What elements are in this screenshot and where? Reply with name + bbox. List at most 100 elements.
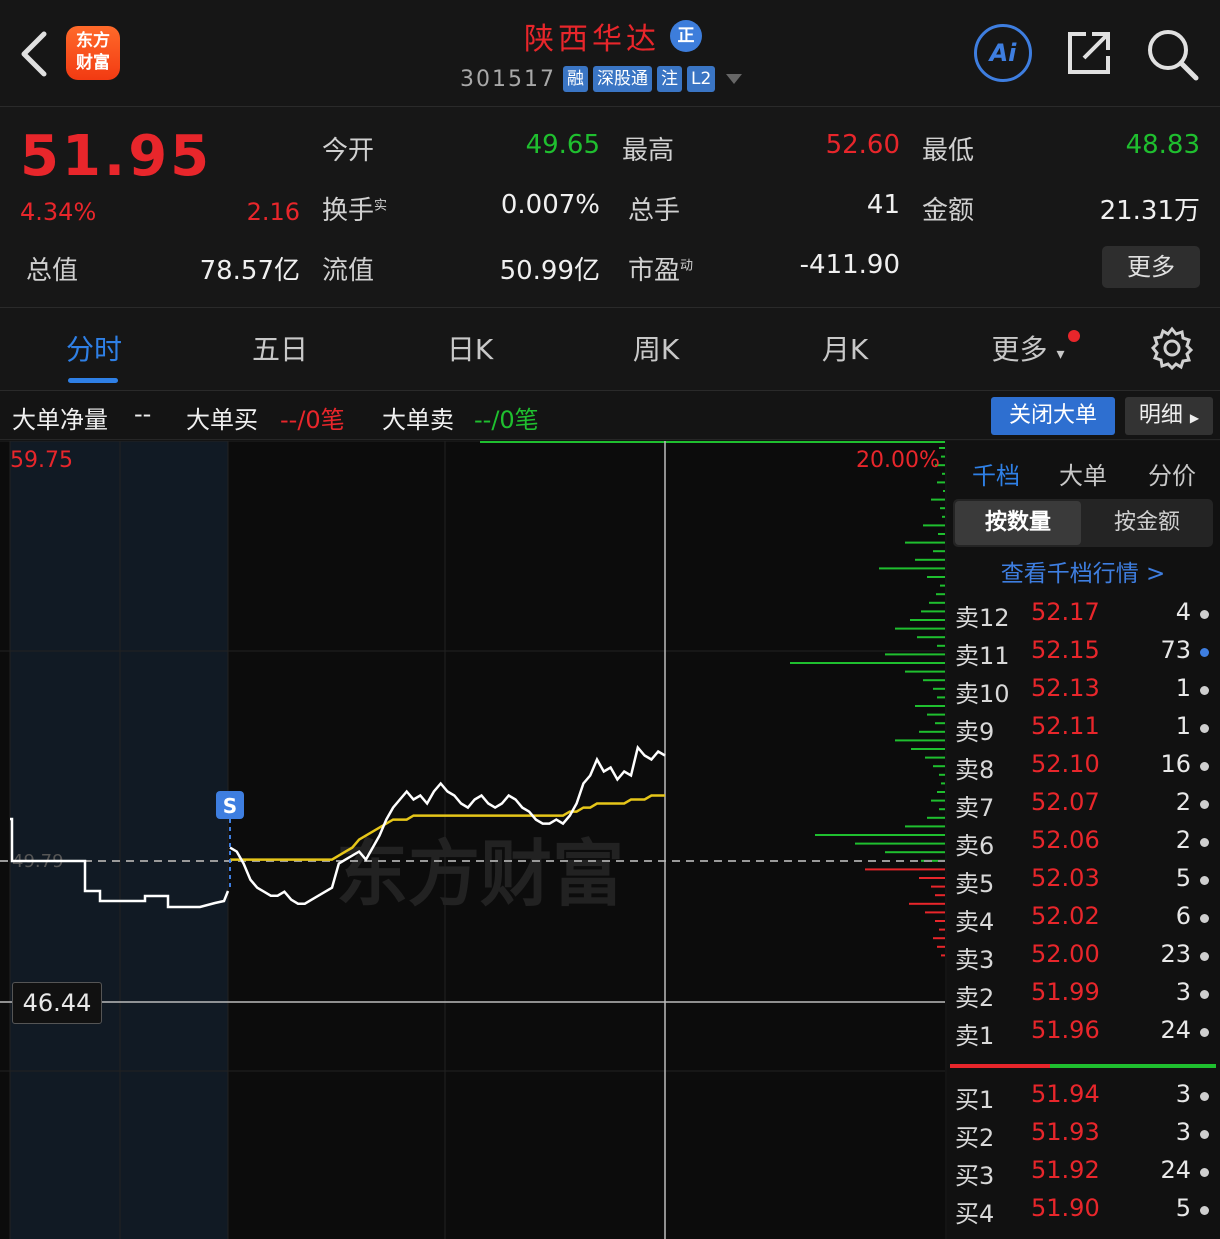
level-qty: 3 bbox=[1175, 1080, 1191, 1108]
dot-icon bbox=[1200, 838, 1209, 847]
tab-five-day[interactable]: 五日 bbox=[220, 328, 340, 368]
close-big-order-button[interactable]: 关闭大单 bbox=[991, 397, 1115, 435]
intraday-chart[interactable]: 东方财富 49.79 S bbox=[0, 441, 945, 1239]
high-label: 最高 bbox=[622, 136, 675, 166]
level-price: 52.03 bbox=[1031, 864, 1100, 892]
ask-row[interactable]: 卖8 52.10 16 bbox=[955, 750, 1213, 788]
chart-high-label: 59.75 bbox=[10, 448, 73, 473]
tab-more-label: 更多 bbox=[991, 333, 1048, 366]
tab-intraday[interactable]: 分时 bbox=[34, 328, 154, 368]
high-value: 52.60 bbox=[825, 130, 900, 160]
ask-row[interactable]: 卖7 52.07 2 bbox=[955, 788, 1213, 826]
volume-profile-bar bbox=[937, 644, 945, 647]
bid-row[interactable]: 买1 51.94 3 bbox=[955, 1080, 1213, 1118]
volume-profile-bar bbox=[933, 687, 945, 690]
tab-weekly-k[interactable]: 周K bbox=[596, 328, 716, 368]
caret-down-icon[interactable] bbox=[726, 74, 743, 84]
signal-s-label: S bbox=[223, 794, 237, 818]
volume-profile-bar bbox=[905, 541, 945, 544]
level-price: 51.96 bbox=[1031, 1016, 1100, 1044]
more-quote-button[interactable]: 更多 bbox=[1102, 246, 1200, 288]
dot-icon bbox=[1200, 1206, 1209, 1215]
level-label: 卖3 bbox=[955, 946, 995, 974]
view-depth-link[interactable]: 查看千档行情 > bbox=[953, 554, 1213, 588]
ask-row[interactable]: 卖11 52.15 73 bbox=[955, 636, 1213, 674]
volume-profile-bar bbox=[855, 842, 945, 845]
ask-row[interactable]: 卖2 51.99 3 bbox=[955, 978, 1213, 1016]
app-logo: 东方 财富 bbox=[66, 26, 120, 80]
volume-profile-bar bbox=[933, 765, 945, 768]
level-price: 52.10 bbox=[1031, 750, 1100, 778]
volume-profile-bar bbox=[915, 705, 945, 707]
level-qty: 24 bbox=[1160, 1016, 1191, 1044]
pe-sup: 动 bbox=[680, 258, 694, 274]
level-qty: 73 bbox=[1160, 636, 1191, 664]
big-order-net-value: -- bbox=[134, 400, 152, 428]
search-icon[interactable] bbox=[1144, 26, 1200, 82]
level-price: 52.11 bbox=[1031, 712, 1100, 740]
tab-daily-k[interactable]: 日K bbox=[410, 328, 530, 368]
ob-tab-big-order[interactable]: 大单 bbox=[1043, 456, 1123, 491]
intraday-chart-svg: 东方财富 49.79 S bbox=[0, 441, 945, 1239]
volume-profile-bar bbox=[895, 627, 945, 630]
ob-tab-price-dist[interactable]: 分价 bbox=[1132, 456, 1212, 491]
bid-row[interactable]: 买3 51.92 24 bbox=[955, 1156, 1213, 1194]
level-label: 卖2 bbox=[955, 984, 995, 1012]
volume-profile-bar bbox=[927, 576, 945, 578]
volume-profile-bar bbox=[905, 670, 945, 673]
level-qty: 5 bbox=[1175, 864, 1191, 892]
ask-row[interactable]: 卖12 52.17 4 bbox=[955, 598, 1213, 636]
dot-icon bbox=[1200, 1130, 1209, 1139]
ask-row[interactable]: 卖4 52.02 6 bbox=[955, 902, 1213, 940]
volume-value: 41 bbox=[866, 190, 900, 220]
level-price: 52.17 bbox=[1031, 598, 1100, 626]
back-arrow-icon[interactable] bbox=[14, 28, 58, 80]
dot-icon bbox=[1200, 648, 1209, 657]
ob-tab-depth[interactable]: 千档 bbox=[956, 456, 1036, 491]
level-qty: 1 bbox=[1175, 674, 1191, 702]
stock-code-row[interactable]: 301517 融 深股通 注 L2 bbox=[460, 64, 743, 94]
ai-button[interactable]: Ai bbox=[974, 24, 1032, 82]
by-amount-toggle[interactable]: 按金额 bbox=[1083, 501, 1211, 545]
ask-row[interactable]: 卖6 52.06 2 bbox=[955, 826, 1213, 864]
level-label: 卖9 bbox=[955, 718, 995, 746]
volume-profile-bar bbox=[940, 507, 945, 510]
volume-profile-bar bbox=[937, 945, 945, 948]
volume-profile-bar bbox=[917, 636, 945, 639]
ask-row[interactable]: 卖3 52.00 23 bbox=[955, 940, 1213, 978]
triangle-right-icon: ▶ bbox=[1189, 411, 1200, 425]
share-icon[interactable] bbox=[1062, 26, 1116, 80]
low-label: 最低 bbox=[922, 136, 975, 166]
stock-name[interactable]: 陕西华达 bbox=[460, 14, 660, 58]
level-price: 52.15 bbox=[1031, 636, 1100, 664]
zheng-badge: 正 bbox=[670, 20, 702, 52]
change-percent: 4.34% bbox=[20, 198, 97, 226]
volume-profile-bar bbox=[919, 730, 945, 733]
volume-profile-bar bbox=[935, 894, 945, 897]
detail-button-label: 明细 bbox=[1138, 403, 1183, 428]
gear-icon[interactable] bbox=[1150, 326, 1194, 370]
volume-profile-bar bbox=[925, 756, 945, 759]
volume-profile-bar bbox=[925, 911, 945, 914]
ask-row[interactable]: 卖1 51.96 24 bbox=[955, 1016, 1213, 1054]
by-quantity-toggle[interactable]: 按数量 bbox=[955, 501, 1081, 545]
volume-label: 总手 bbox=[628, 196, 681, 226]
ask-row[interactable]: 卖9 52.11 1 bbox=[955, 712, 1213, 750]
bid-row[interactable]: 买2 51.93 3 bbox=[955, 1118, 1213, 1156]
level-label: 买4 bbox=[955, 1200, 995, 1228]
volume-profile-bar bbox=[885, 851, 945, 854]
volume-profile-bar bbox=[936, 593, 945, 596]
big-order-net-label: 大单净量 bbox=[12, 406, 108, 434]
detail-button[interactable]: 明细 ▶ bbox=[1125, 397, 1213, 435]
ask-ratio-bar bbox=[950, 1064, 1050, 1068]
level-price: 51.93 bbox=[1031, 1118, 1100, 1146]
level-price: 52.13 bbox=[1031, 674, 1100, 702]
level-qty: 24 bbox=[1160, 1156, 1191, 1184]
ask-row[interactable]: 卖5 52.03 5 bbox=[955, 864, 1213, 902]
bid-row[interactable]: 买4 51.90 5 bbox=[955, 1194, 1213, 1232]
volume-profile-bar bbox=[931, 498, 945, 501]
turnover-label: 换手实 bbox=[322, 190, 387, 227]
tab-monthly-k[interactable]: 月K bbox=[785, 328, 905, 368]
ask-row[interactable]: 卖10 52.13 1 bbox=[955, 674, 1213, 712]
level-price: 52.00 bbox=[1031, 940, 1100, 968]
